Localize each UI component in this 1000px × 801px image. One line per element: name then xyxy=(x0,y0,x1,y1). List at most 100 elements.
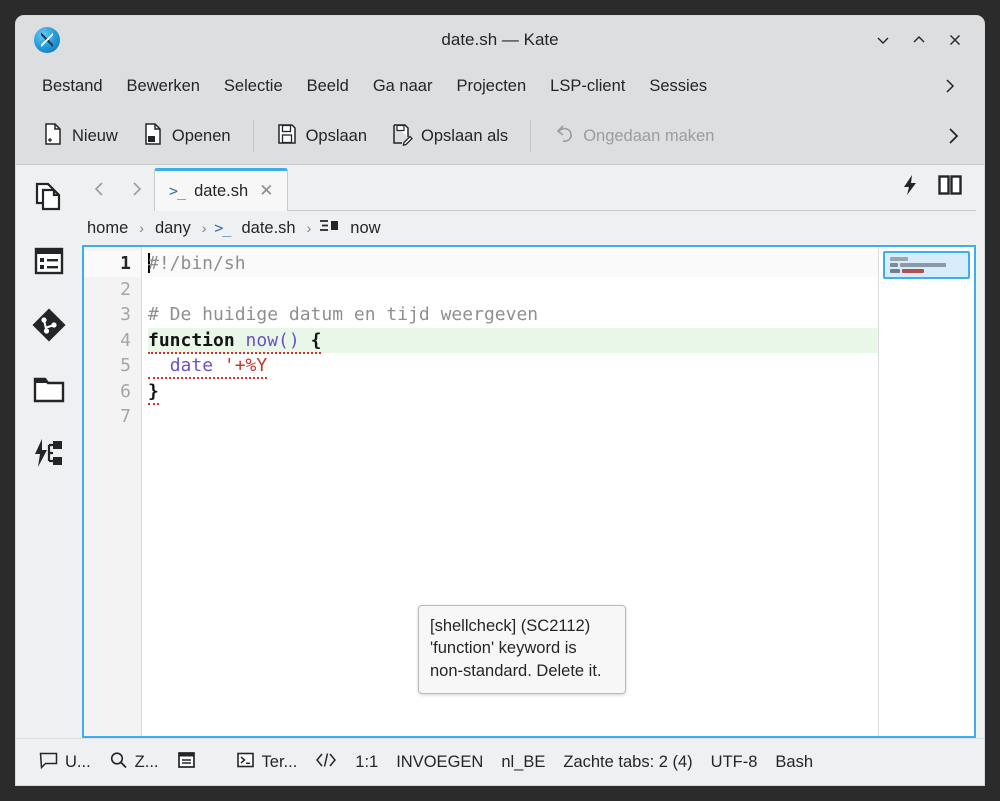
tab-bar: >_ date.sh ✕ xyxy=(82,165,976,211)
documents-icon xyxy=(31,179,67,220)
open-button[interactable]: Openen xyxy=(132,116,241,157)
line-number-gutter: 1 2 3 4 5 6 7 xyxy=(84,247,142,736)
line-number: 7 xyxy=(120,406,131,427)
menu-overflow-chevron-icon[interactable] xyxy=(930,72,970,100)
function-symbol-icon xyxy=(319,218,339,239)
status-locale[interactable]: nl_BE xyxy=(492,749,554,776)
breadcrumb-item-now[interactable]: now xyxy=(347,217,383,240)
save-as-icon xyxy=(391,122,413,151)
menu-item-sessies[interactable]: Sessies xyxy=(637,72,719,101)
status-search-button[interactable]: Z... xyxy=(100,747,168,778)
diagnostic-tooltip: [shellcheck] (SC2112) 'function' keyword… xyxy=(418,605,626,694)
breadcrumb-separator-1: › xyxy=(139,220,144,236)
sidebar-item-outline[interactable] xyxy=(27,241,71,285)
breadcrumb-item-home[interactable]: home xyxy=(84,217,131,240)
split-view-icon[interactable] xyxy=(938,174,962,201)
toolbar-separator-2 xyxy=(530,120,532,152)
menu-item-ga-naar[interactable]: Ga naar xyxy=(361,72,445,101)
lsp-lightning-icon[interactable] xyxy=(902,174,920,201)
undo-arrow-icon xyxy=(553,122,575,151)
left-sidebar xyxy=(16,165,82,738)
toolbar-overflow-chevron-icon[interactable] xyxy=(944,124,968,148)
code-token-keyword: function xyxy=(148,329,235,351)
code-token-comment: #!/bin/sh xyxy=(148,253,246,274)
line-number: 5 xyxy=(120,355,131,376)
minimap-line xyxy=(890,269,963,273)
sidebar-item-git[interactable] xyxy=(27,305,71,349)
new-button-label: Nieuw xyxy=(72,126,118,145)
status-code-button[interactable] xyxy=(306,747,346,778)
editor-view[interactable]: 1 2 3 4 5 6 7 #!/bin/sh # De huidige dat… xyxy=(82,245,976,738)
line-number: 4 xyxy=(120,329,131,351)
title-bar: date.sh — Kate xyxy=(16,16,984,64)
save-floppy-icon xyxy=(276,122,298,151)
breadcrumb-item-dany[interactable]: dany xyxy=(152,217,194,240)
code-token-brace: } xyxy=(148,380,159,402)
tooltip-line-2: 'function' keyword is non-standard. Dele… xyxy=(430,639,602,680)
tab-close-icon[interactable]: ✕ xyxy=(257,181,275,201)
undo-button[interactable]: Ongedaan maken xyxy=(543,116,724,157)
status-search-label: Z... xyxy=(134,752,159,771)
status-input-mode[interactable]: INVOEGEN xyxy=(387,749,492,776)
close-icon[interactable] xyxy=(940,25,970,55)
menu-item-bestand[interactable]: Bestand xyxy=(30,72,115,101)
menu-item-projecten[interactable]: Projecten xyxy=(444,72,538,101)
menu-bar: Bestand Bewerken Selectie Beeld Ga naar … xyxy=(16,64,984,108)
new-document-icon xyxy=(42,122,64,151)
line-number: 2 xyxy=(120,278,131,300)
breadcrumb-shell-icon: >_ xyxy=(214,219,231,237)
menu-item-selectie[interactable]: Selectie xyxy=(212,72,295,101)
status-cursor-position[interactable]: 1:1 xyxy=(346,749,387,776)
minimap[interactable] xyxy=(878,247,974,736)
magnifier-icon xyxy=(109,751,128,774)
menu-item-lsp-client[interactable]: LSP-client xyxy=(538,72,637,101)
sidebar-item-filesystem[interactable] xyxy=(27,369,71,413)
minimap-viewport[interactable] xyxy=(883,251,970,279)
status-panel-button[interactable] xyxy=(168,747,205,778)
code-area[interactable]: #!/bin/sh # De huidige datum en tijd wee… xyxy=(142,247,878,736)
editor-actions xyxy=(888,171,976,211)
minimap-line xyxy=(890,263,963,267)
breadcrumb-separator-3: › xyxy=(306,220,312,236)
line-number: 6 xyxy=(120,380,131,402)
save-button[interactable]: Opslaan xyxy=(266,116,377,157)
tab-bar-filler xyxy=(288,170,888,211)
code-token-function-name: now() xyxy=(234,329,300,351)
main-area: >_ date.sh ✕ home › dany › >_ date.sh › … xyxy=(82,165,984,738)
menu-item-beeld[interactable]: Beeld xyxy=(295,72,361,101)
shell-script-icon: >_ xyxy=(169,182,186,200)
sidebar-item-lsp-symbols[interactable] xyxy=(27,433,71,477)
code-line-4: function now() { xyxy=(148,327,878,354)
save-as-button[interactable]: Opslaan als xyxy=(381,116,518,157)
undo-button-label: Ongedaan maken xyxy=(583,126,715,145)
line-number: 1 xyxy=(84,251,141,277)
tab-back-icon[interactable] xyxy=(82,169,118,209)
status-messages-label: U... xyxy=(65,752,91,771)
breadcrumb-separator-2: › xyxy=(201,220,207,236)
status-messages-button[interactable]: U... xyxy=(30,747,100,778)
tooltip-line-1: [shellcheck] (SC2112) xyxy=(430,617,591,635)
status-highlight-mode[interactable]: Bash xyxy=(766,749,822,776)
tab-forward-icon[interactable] xyxy=(118,169,154,209)
status-terminal-button[interactable]: Ter... xyxy=(227,747,307,778)
outline-icon xyxy=(32,244,66,283)
menu-item-bewerken[interactable]: Bewerken xyxy=(115,72,212,101)
tab-date-sh[interactable]: >_ date.sh ✕ xyxy=(154,168,289,211)
status-tab-setting[interactable]: Zachte tabs: 2 (4) xyxy=(554,749,701,776)
filesystem-icon xyxy=(32,372,66,411)
save-as-button-label: Opslaan als xyxy=(421,126,509,145)
sidebar-item-documents[interactable] xyxy=(27,177,71,221)
status-bar: U... Z... Ter... 1:1 INVOEGEN nl_BE Zach… xyxy=(16,738,984,785)
save-button-label: Opslaan xyxy=(305,126,368,145)
maximize-icon[interactable] xyxy=(904,25,934,55)
lsp-symbols-icon xyxy=(32,436,66,475)
breadcrumb-item-date-sh[interactable]: date.sh xyxy=(238,217,298,240)
breadcrumb: home › dany › >_ date.sh › now xyxy=(82,211,976,245)
code-token-indent xyxy=(148,355,170,376)
new-button[interactable]: Nieuw xyxy=(32,116,128,157)
status-encoding[interactable]: UTF-8 xyxy=(702,749,767,776)
code-token-command: date xyxy=(169,355,214,376)
minimize-icon[interactable] xyxy=(868,25,898,55)
